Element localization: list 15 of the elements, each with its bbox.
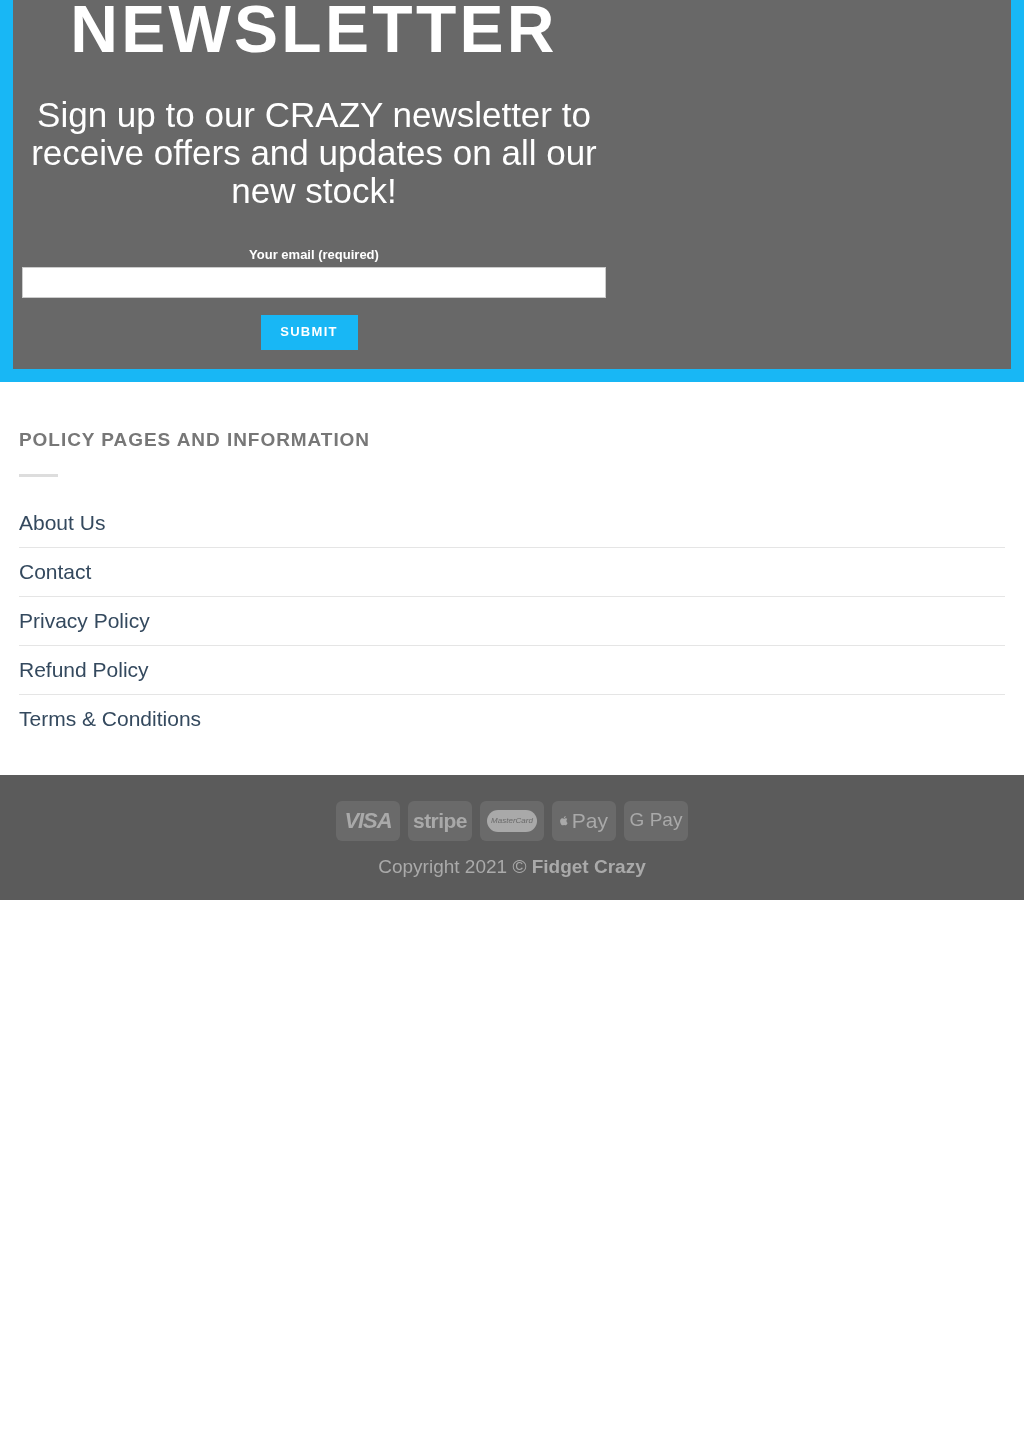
- newsletter-title: NEWSLETTER: [70, 0, 558, 62]
- newsletter-subtitle: Sign up to our CRAZY newsletter to receive offers and updates on all our new stock!: [30, 96, 598, 210]
- pay-label: Pay: [571, 807, 608, 834]
- policy-link[interactable]: About Us: [19, 506, 106, 539]
- section-heading: POLICY PAGES AND INFORMATION: [19, 428, 372, 452]
- google-pay-logo: G Pay: [624, 800, 688, 841]
- visa-logo: VISA: [336, 800, 400, 841]
- policy-link[interactable]: Privacy Policy: [19, 604, 150, 637]
- email-field[interactable]: [22, 266, 606, 298]
- policy-link[interactable]: Refund Policy: [19, 653, 149, 686]
- policy-link[interactable]: Contact: [19, 555, 92, 588]
- copyright-text: Copyright 2021 © Fidget Crazy: [378, 854, 646, 879]
- email-label: Your email (required): [249, 246, 379, 264]
- policy-link[interactable]: Terms & Conditions: [19, 703, 202, 735]
- stripe-logo: stripe: [408, 800, 472, 841]
